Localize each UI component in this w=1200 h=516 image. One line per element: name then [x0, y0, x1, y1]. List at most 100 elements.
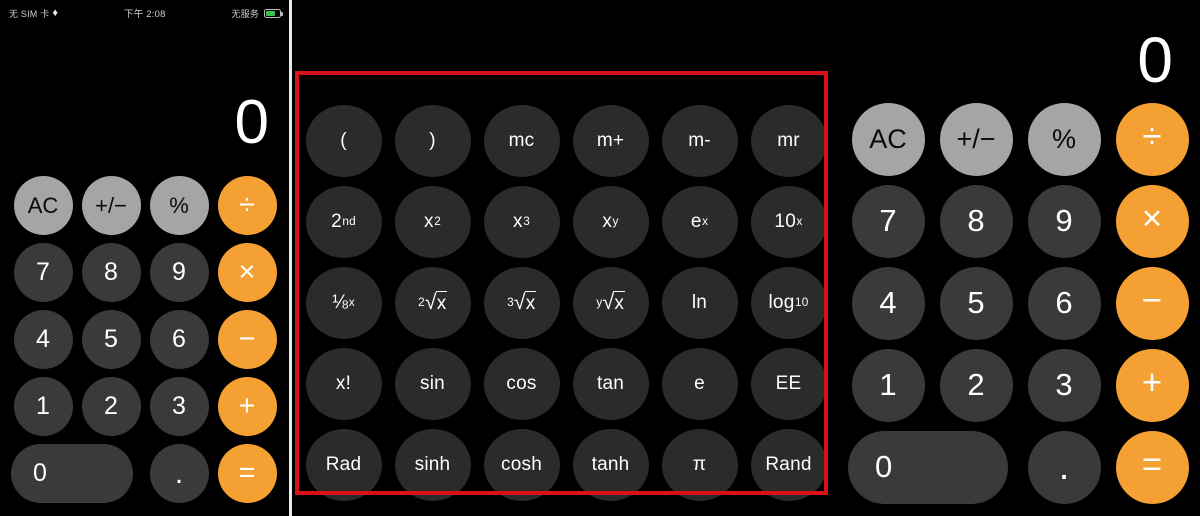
key-cube-root[interactable]: 3 √ x — [483, 266, 560, 339]
key-cell: 6 — [1020, 262, 1108, 344]
key-cell: 3 — [147, 373, 211, 440]
key-memory-clear[interactable]: mc — [483, 104, 560, 177]
sci-cell: 10 x — [744, 181, 833, 262]
key-9-left[interactable]: 9 — [149, 243, 209, 302]
key-sign-toggle-left[interactable]: +/− — [81, 176, 141, 235]
calculator-display-left: 0 — [234, 88, 269, 157]
sci-cell: x2 — [388, 181, 477, 262]
key-hyperbolic-sine[interactable]: sinh — [394, 428, 471, 501]
key-5-right[interactable]: 5 — [939, 266, 1013, 340]
scientific-keypad: ( ) mc m+ m- mr 2nd x2 x3 xy ex 10 x ⅛x 2… — [299, 100, 833, 505]
key-5-left[interactable]: 5 — [81, 310, 141, 369]
carrier-label: 无 SIM 卡 — [9, 8, 50, 19]
key-percent-right[interactable]: % — [1027, 102, 1101, 176]
key-x-cubed[interactable]: x3 — [483, 185, 560, 258]
key-3-left[interactable]: 3 — [149, 377, 209, 436]
key-pi-constant[interactable]: π — [661, 428, 738, 501]
key-x-power-y[interactable]: xy — [572, 185, 649, 258]
key-hyperbolic-cosine[interactable]: cosh — [483, 428, 560, 501]
key-divide-left[interactable]: ÷ — [217, 176, 277, 235]
radicand: x — [524, 290, 537, 314]
key-8-left[interactable]: 8 — [81, 243, 141, 302]
key-sign-toggle-right[interactable]: +/− — [939, 102, 1013, 176]
key-2-right[interactable]: 2 — [939, 348, 1013, 422]
key-square-root[interactable]: 2 √ x — [394, 266, 471, 339]
key-log-base-ten[interactable]: log 10 — [750, 266, 827, 339]
key-multiply-left[interactable]: × — [217, 243, 277, 302]
key-7-left[interactable]: 7 — [13, 243, 73, 302]
key-factorial[interactable]: x! — [305, 347, 382, 420]
reciprocal-glyph: ⅛ — [332, 291, 349, 313]
key-sine[interactable]: sin — [394, 347, 471, 420]
key-6-left[interactable]: 6 — [149, 310, 209, 369]
key-0-left[interactable]: 0 — [11, 444, 133, 503]
key-ac-right[interactable]: AC — [851, 102, 925, 176]
key-4-left[interactable]: 4 — [13, 310, 73, 369]
key-memory-recall[interactable]: mr — [750, 104, 827, 177]
key-equals-left[interactable]: = — [217, 444, 277, 503]
key-cell: = — [1108, 426, 1196, 508]
key-natural-log[interactable]: ln — [661, 266, 738, 339]
sci-cell: ex — [655, 181, 744, 262]
key-decimal-right[interactable]: . — [1027, 430, 1101, 504]
radicand: x — [613, 290, 626, 314]
key-cell: 9 — [147, 239, 211, 306]
key-divide-right[interactable]: ÷ — [1115, 102, 1189, 176]
sci-cell: cos — [477, 343, 566, 424]
key-cell: 0 — [844, 426, 1020, 508]
key-cell: = — [215, 440, 279, 507]
key-cell: % — [147, 172, 211, 239]
sci-cell: xy — [566, 181, 655, 262]
key-plus-left[interactable]: + — [217, 377, 277, 436]
keypad-right: AC +/− % ÷ 7 8 9 × 4 5 6 − 1 2 3 + 0 . = — [844, 98, 1196, 508]
key-minus-left[interactable]: − — [217, 310, 277, 369]
key-tangent[interactable]: tan — [572, 347, 649, 420]
key-close-paren[interactable]: ) — [394, 104, 471, 177]
key-cell: ÷ — [1108, 98, 1196, 180]
key-ac-left[interactable]: AC — [13, 176, 73, 235]
sci-cell: tanh — [566, 424, 655, 505]
key-9-right[interactable]: 9 — [1027, 184, 1101, 258]
key-decimal-left[interactable]: . — [149, 444, 209, 503]
key-cell: 9 — [1020, 180, 1108, 262]
key-cell: 1 — [844, 344, 932, 426]
key-8-right[interactable]: 8 — [939, 184, 1013, 258]
key-cell: 2 — [79, 373, 143, 440]
key-plus-right[interactable]: + — [1115, 348, 1189, 422]
key-memory-subtract[interactable]: m- — [661, 104, 738, 177]
key-base: 2 — [331, 210, 342, 232]
key-euler-constant[interactable]: e — [661, 347, 738, 420]
key-exponent-entry[interactable]: EE — [750, 347, 827, 420]
key-radian-mode[interactable]: Rad — [305, 428, 382, 501]
key-equals-right[interactable]: = — [1115, 430, 1189, 504]
key-cosine[interactable]: cos — [483, 347, 560, 420]
key-cell: − — [215, 306, 279, 373]
key-memory-add[interactable]: m+ — [572, 104, 649, 177]
key-ten-power-x[interactable]: 10 x — [750, 185, 827, 258]
divide-icon: ÷ — [1142, 117, 1162, 156]
key-e-power-x[interactable]: ex — [661, 185, 738, 258]
status-bar-right: 无服务 — [231, 7, 283, 20]
key-random-number[interactable]: Rand — [750, 428, 827, 501]
key-nth-root[interactable]: y √ x — [572, 266, 649, 339]
key-0-right[interactable]: 0 — [848, 430, 1008, 504]
key-second-function[interactable]: 2nd — [305, 185, 382, 258]
key-1-right[interactable]: 1 — [851, 348, 925, 422]
key-x-squared[interactable]: x2 — [394, 185, 471, 258]
key-percent-left[interactable]: % — [149, 176, 209, 235]
key-hyperbolic-tangent[interactable]: tanh — [572, 428, 649, 501]
key-6-right[interactable]: 6 — [1027, 266, 1101, 340]
key-3-right[interactable]: 3 — [1027, 348, 1101, 422]
key-cell: 6 — [147, 306, 211, 373]
key-open-paren[interactable]: ( — [305, 104, 382, 177]
key-7-right[interactable]: 7 — [851, 184, 925, 258]
key-1-left[interactable]: 1 — [13, 377, 73, 436]
sci-cell: ln — [655, 262, 744, 343]
key-multiply-right[interactable]: × — [1115, 184, 1189, 258]
sci-cell: tan — [566, 343, 655, 424]
key-minus-right[interactable]: − — [1115, 266, 1189, 340]
key-2-left[interactable]: 2 — [81, 377, 141, 436]
key-4-right[interactable]: 4 — [851, 266, 925, 340]
key-reciprocal[interactable]: ⅛x — [305, 266, 382, 339]
sci-cell: m- — [655, 100, 744, 181]
